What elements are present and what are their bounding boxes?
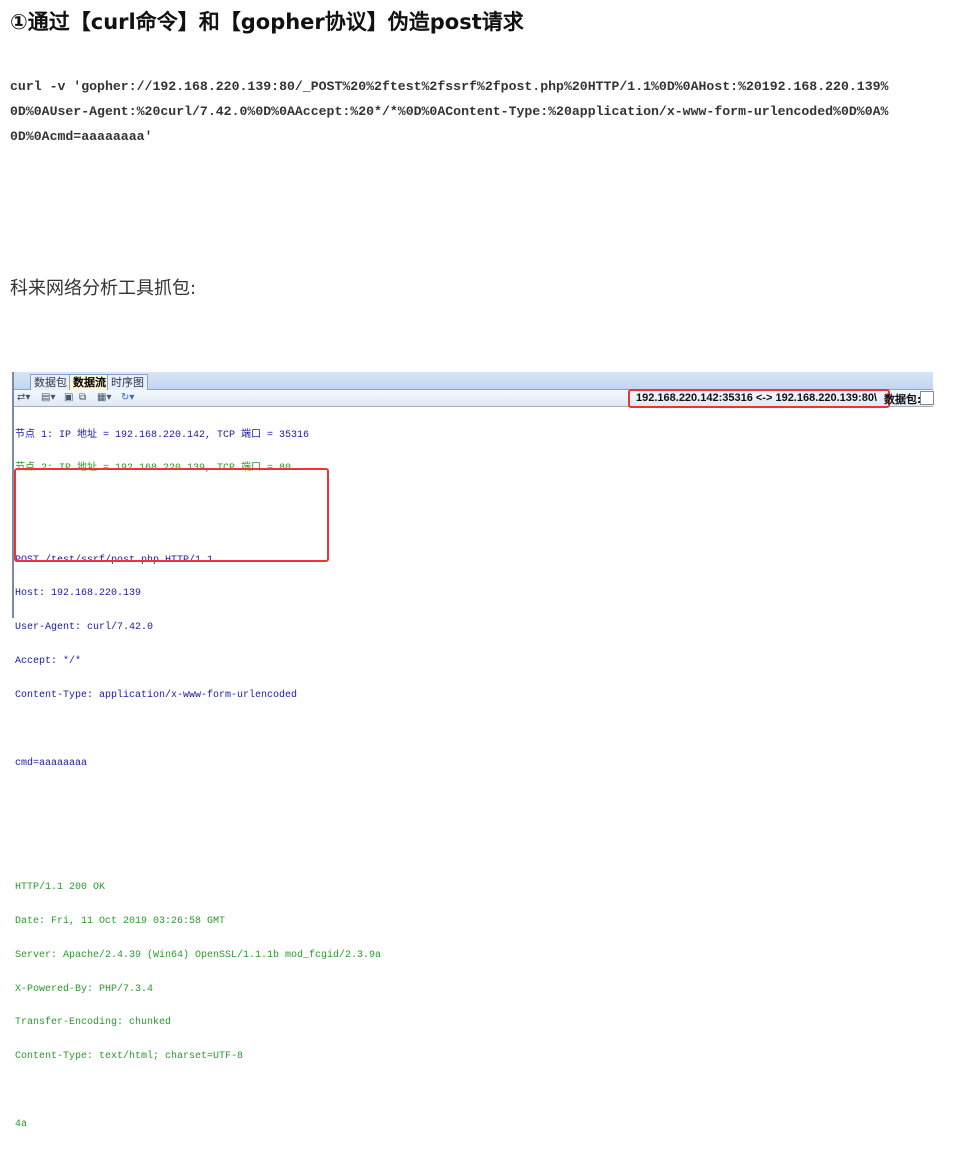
options-icon[interactable]: ▤▾ — [41, 391, 55, 405]
response-line: Transfer-Encoding: chunked — [15, 1017, 172, 1029]
node-line: 节点 1: IP 地址 = 192.168.220.142, TCP 端口 = … — [15, 429, 310, 441]
tab-packets[interactable]: 数据包 — [30, 374, 71, 390]
export-icon[interactable]: ▦▾ — [97, 391, 111, 405]
response-line: 4a — [15, 1119, 28, 1131]
response-line: HTTP/1.1 200 OK — [15, 881, 106, 893]
copy-icon[interactable]: ⧉ — [79, 391, 86, 405]
request-line: Accept: */* — [15, 656, 82, 668]
tab-stream[interactable]: 数据流 — [69, 374, 110, 390]
response-line: Content-Type: text/html; charset=UTF-8 — [15, 1051, 244, 1063]
response-line: Server: Apache/2.4.39 (Win64) OpenSSL/1.… — [15, 949, 382, 961]
section-heading: ①通过【curl命令】和【gopher协议】伪造post请求 — [10, 10, 524, 34]
code-line: 0D%0AUser-Agent:%20curl/7.42.0%0D%0AAcce… — [10, 104, 889, 119]
request-line: cmd=aaaaaaaa — [15, 757, 88, 769]
hex-icon[interactable]: ▣ — [64, 391, 73, 405]
toolbar: ⇄▾ ▤▾ ▣ ⧉ ▦▾ ↻▾ 192.168.220.142:35316 <-… — [14, 389, 934, 408]
request-line: User-Agent: curl/7.42.0 — [15, 622, 154, 634]
request-line: Host: 192.168.220.139 — [15, 588, 142, 600]
code-line: curl -v 'gopher://192.168.220.139:80/_PO… — [10, 79, 889, 94]
connection-selector[interactable]: 192.168.220.142:35316 <-> 192.168.220.13… — [628, 389, 890, 408]
response-line: Date: Fri, 11 Oct 2019 03:26:58 GMT — [15, 915, 226, 927]
request-block: POST /test/ssrf/post.php HTTP/1.1 Host: … — [15, 532, 933, 792]
packets-label: 数据包: — [884, 393, 922, 406]
refresh-icon[interactable]: ↻▾ — [121, 391, 134, 405]
code-line: 0D%0Acmd=aaaaaaaa' — [10, 129, 153, 144]
packet-capture-screenshot: 数据包 数据流 时序图 ⇄▾ ▤▾ ▣ ⧉ ▦▾ ↻▾ 192.168.220.… — [12, 372, 934, 1130]
curl-command: curl -v 'gopher://192.168.220.139:80/_PO… — [10, 74, 940, 149]
stream-content: 节点 1: IP 地址 = 192.168.220.142, TCP 端口 = … — [14, 407, 933, 1176]
paragraph: 科来网络分析工具抓包: — [10, 278, 197, 299]
request-line: Content-Type: application/x-www-form-url… — [15, 690, 298, 702]
response-block: HTTP/1.1 200 OK Date: Fri, 11 Oct 2019 0… — [15, 859, 933, 1153]
request-highlight — [14, 468, 329, 562]
format-icon[interactable]: ⇄▾ — [17, 391, 30, 405]
packets-input[interactable] — [920, 391, 934, 405]
tab-bar: 数据包 数据流 时序图 — [14, 372, 933, 390]
tab-timing[interactable]: 时序图 — [107, 374, 148, 390]
response-line: X-Powered-By: PHP/7.3.4 — [15, 983, 154, 995]
